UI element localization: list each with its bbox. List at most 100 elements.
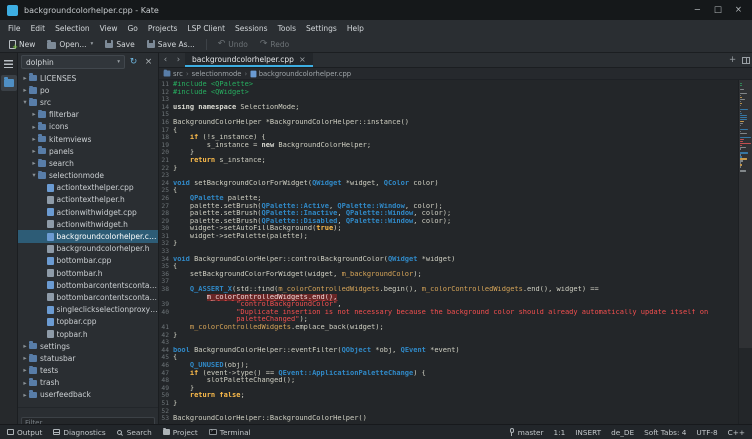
status-utf-8[interactable]: UTF-8 bbox=[696, 428, 717, 437]
code-line-40[interactable]: 40 "Duplicate insertion is not necessary… bbox=[159, 309, 738, 317]
expand-arrow-icon[interactable]: ▸ bbox=[21, 355, 29, 362]
split-view-button[interactable] bbox=[739, 53, 752, 67]
code-line-35[interactable]: 35{ bbox=[159, 263, 738, 271]
new-button[interactable]: New bbox=[4, 38, 40, 51]
tree-item-userfeedback[interactable]: ▸userfeedback bbox=[18, 389, 158, 401]
open-button[interactable]: Open... ▾ bbox=[42, 38, 98, 51]
status-diagnostics[interactable]: Diagnostics bbox=[53, 428, 105, 437]
code-line-48[interactable]: 48 slotPaletteChanged(); bbox=[159, 377, 738, 385]
breadcrumb-src[interactable]: src bbox=[163, 70, 183, 78]
tree-item-actionwithwidget-h[interactable]: actionwithwidget.h bbox=[18, 218, 158, 230]
close-project-button[interactable]: × bbox=[142, 56, 155, 69]
tree-item-licenses[interactable]: ▸LICENSES bbox=[18, 72, 158, 84]
code-line-51[interactable]: 51} bbox=[159, 400, 738, 408]
status-de-de[interactable]: de_DE bbox=[611, 428, 634, 437]
tab-next-button[interactable]: › bbox=[172, 53, 185, 67]
code-line-34[interactable]: 34void BackgroundColorHelper::controlBac… bbox=[159, 256, 738, 264]
tree-item-kitemviews[interactable]: ▸kitemviews bbox=[18, 133, 158, 145]
tree-item-trash[interactable]: ▸trash bbox=[18, 377, 158, 389]
expand-arrow-icon[interactable]: ▸ bbox=[30, 160, 38, 167]
tree-item-singleclickselectionproxystyle-h[interactable]: singleclickselectionproxystyle.h bbox=[18, 304, 158, 316]
tree-item-bottombarcontentscontainer-cpp[interactable]: bottombarcontentscontainer.cpp bbox=[18, 279, 158, 291]
expand-arrow-icon[interactable]: ▸ bbox=[30, 111, 38, 118]
code-line-27[interactable]: 27 palette.setBrush(QPalette::Active, QP… bbox=[159, 203, 738, 211]
menu-selection[interactable]: Selection bbox=[50, 20, 95, 36]
tree-item-actiontexthelper-h[interactable]: actiontexthelper.h bbox=[18, 194, 158, 206]
code-line-31[interactable]: 31 widget->setPalette(palette); bbox=[159, 233, 738, 241]
status-soft-tabs-4[interactable]: Soft Tabs: 4 bbox=[644, 428, 686, 437]
code-line-15[interactable]: 15 bbox=[159, 111, 738, 119]
expand-arrow-icon[interactable]: ▸ bbox=[21, 75, 29, 82]
tree-item-settings[interactable]: ▸settings bbox=[18, 340, 158, 352]
redo-button[interactable]: ↷ Redo bbox=[255, 38, 294, 51]
code-line-38[interactable]: 38 Q_ASSERT_X(std::find(m_colorControlle… bbox=[159, 286, 738, 294]
tree-item-icons[interactable]: ▸icons bbox=[18, 121, 158, 133]
code-line-33[interactable]: 33 bbox=[159, 248, 738, 256]
status-project[interactable]: Project bbox=[163, 428, 198, 437]
tree-item-bottombar-cpp[interactable]: bottombar.cpp bbox=[18, 255, 158, 267]
code-line-17[interactable]: 17{ bbox=[159, 127, 738, 135]
code-line-13[interactable]: 13 bbox=[159, 96, 738, 104]
code-line-25[interactable]: 25{ bbox=[159, 187, 738, 195]
code-line-39[interactable]: 39 "controlBackgroundColor", bbox=[159, 301, 738, 309]
expand-arrow-icon[interactable]: ▸ bbox=[30, 124, 38, 131]
tree-item-topbar-h[interactable]: topbar.h bbox=[18, 328, 158, 340]
code-line-22[interactable]: 22} bbox=[159, 165, 738, 173]
menu-edit[interactable]: Edit bbox=[26, 20, 51, 36]
tree-item-selectionmode[interactable]: ▾selectionmode bbox=[18, 170, 158, 182]
code-line-32[interactable]: 32} bbox=[159, 240, 738, 248]
code-line-11[interactable]: 11#include <QPalette> bbox=[159, 81, 738, 89]
code-line-12[interactable]: 12#include <QWidget> bbox=[159, 89, 738, 97]
menu-view[interactable]: View bbox=[95, 20, 123, 36]
tab-close-icon[interactable]: × bbox=[299, 55, 306, 64]
expand-arrow-icon[interactable]: ▸ bbox=[21, 380, 29, 387]
tree-item-actiontexthelper-cpp[interactable]: actiontexthelper.cpp bbox=[18, 182, 158, 194]
collapse-arrow-icon[interactable]: ▾ bbox=[30, 172, 38, 179]
menu-settings[interactable]: Settings bbox=[301, 20, 342, 36]
menu-tools[interactable]: Tools bbox=[273, 20, 301, 36]
minimize-button[interactable]: − bbox=[694, 5, 701, 15]
tree-item-backgroundcolorhelper-h[interactable]: backgroundcolorhelper.h bbox=[18, 243, 158, 255]
code-line-26[interactable]: 26 QPalette palette; bbox=[159, 195, 738, 203]
tree-item-topbar-cpp[interactable]: topbar.cpp bbox=[18, 316, 158, 328]
tree-item-statusbar[interactable]: ▸statusbar bbox=[18, 352, 158, 364]
code-line-30[interactable]: 30 widget->setAutoFillBackground(true); bbox=[159, 225, 738, 233]
minimap-scrollbar[interactable] bbox=[738, 80, 752, 424]
save-as-button[interactable]: Save As... bbox=[142, 38, 200, 51]
status-master[interactable]: master bbox=[509, 428, 544, 437]
breadcrumb-selectionmode[interactable]: selectionmode bbox=[192, 70, 242, 78]
code-line-24[interactable]: 24void setBackgroundColorForWidget(QWidg… bbox=[159, 180, 738, 188]
status-terminal[interactable]: Terminal bbox=[209, 428, 251, 437]
tree-item-search[interactable]: ▸search bbox=[18, 157, 158, 169]
code-line-53[interactable]: 53BackgroundColorHelper::BackgroundColor… bbox=[159, 415, 738, 423]
tree-item-bottombarcontentscontainer-h[interactable]: bottombarcontentscontainer.h bbox=[18, 291, 158, 303]
expand-arrow-icon[interactable]: ▸ bbox=[21, 87, 29, 94]
menu-file[interactable]: File bbox=[3, 20, 26, 36]
code-line-45[interactable]: 45{ bbox=[159, 354, 738, 362]
projects-toolview-button[interactable] bbox=[1, 75, 17, 91]
menu-lsp-client[interactable]: LSP Client bbox=[182, 20, 230, 36]
status-search[interactable]: Search bbox=[117, 428, 152, 437]
code-line-18[interactable]: 18 if (!s_instance) { bbox=[159, 134, 738, 142]
expand-arrow-icon[interactable]: ▸ bbox=[21, 367, 29, 374]
tree-item-src[interactable]: ▾src bbox=[18, 96, 158, 108]
close-button[interactable]: × bbox=[735, 5, 742, 15]
code-line-43[interactable]: 43 bbox=[159, 339, 738, 347]
save-button[interactable]: Save bbox=[100, 38, 139, 51]
minimap-viewport[interactable] bbox=[739, 80, 752, 348]
code-line-14[interactable]: 14using namespace SelectionMode; bbox=[159, 104, 738, 112]
menu-projects[interactable]: Projects bbox=[143, 20, 183, 36]
tab-backgroundcolorhelper-cpp[interactable]: backgroundcolorhelper.cpp × bbox=[185, 53, 313, 67]
new-tab-button[interactable]: + bbox=[726, 53, 739, 67]
reload-project-button[interactable]: ↻ bbox=[127, 56, 140, 69]
menu-go[interactable]: Go bbox=[122, 20, 142, 36]
tree-item-panels[interactable]: ▸panels bbox=[18, 145, 158, 157]
code-line-wrap[interactable]: m_colorControlledWidgets.end(), bbox=[159, 294, 738, 302]
status-c++[interactable]: C++ bbox=[728, 428, 745, 437]
expand-arrow-icon[interactable]: ▸ bbox=[30, 136, 38, 143]
code-line-52[interactable]: 52 bbox=[159, 408, 738, 416]
menu-help[interactable]: Help bbox=[342, 20, 369, 36]
expand-arrow-icon[interactable]: ▸ bbox=[30, 148, 38, 155]
tree-item-po[interactable]: ▸po bbox=[18, 84, 158, 96]
code-line-16[interactable]: 16BackgroundColorHelper *BackgroundColor… bbox=[159, 119, 738, 127]
